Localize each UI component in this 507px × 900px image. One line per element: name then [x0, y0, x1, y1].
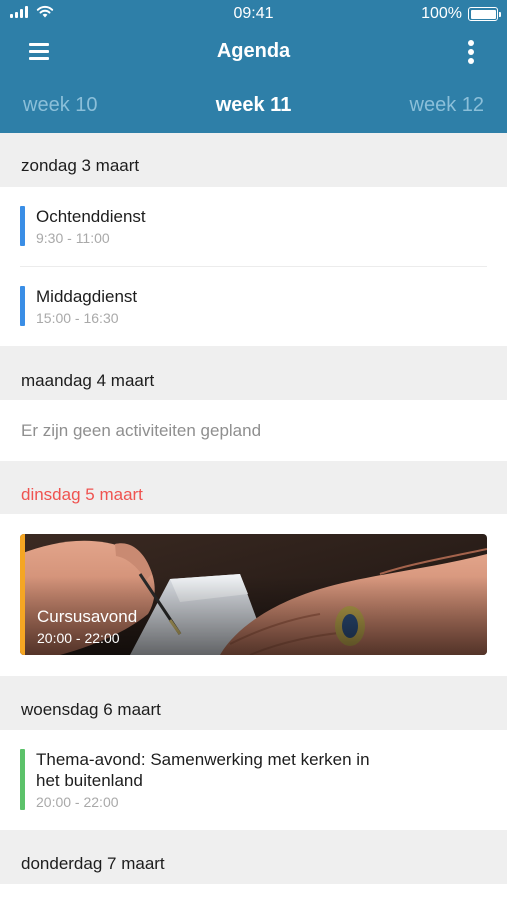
- event-time: 20:00 - 22:00: [37, 630, 120, 646]
- event-time: 20:00 - 22:00: [36, 794, 119, 810]
- hamburger-menu-icon[interactable]: [27, 41, 53, 63]
- tab-previous-week[interactable]: week 10: [23, 94, 98, 117]
- day-header: donderdag 7 maart: [0, 830, 507, 884]
- event-color-bar: [20, 534, 25, 655]
- app-bar: Agenda: [0, 30, 507, 74]
- event-title: Cursusavond: [37, 607, 138, 626]
- day-events: Cursusavond 20:00 - 22:00: [0, 514, 507, 676]
- event-title-line-1: Thema-avond: Samenwerking met kerken in: [36, 750, 370, 769]
- tab-next-week[interactable]: week 12: [410, 94, 485, 117]
- day-header: woensdag 6 maart: [0, 676, 507, 730]
- day-header: zondag 3 maart: [0, 133, 507, 187]
- event-color-bar: [20, 749, 25, 810]
- event-item[interactable]: Middagdienst 15:00 - 16:30: [20, 286, 487, 326]
- event-title-line-2: het buitenland: [36, 771, 143, 790]
- page-title: Agenda: [216, 40, 291, 62]
- event-color-bar: [20, 206, 25, 246]
- status-bar: 09:41 100%: [0, 0, 507, 28]
- event-time: 15:00 - 16:30: [36, 310, 119, 326]
- event-title: Middagdienst: [36, 287, 138, 306]
- battery-status: 100%: [421, 5, 501, 23]
- day-header: maandag 4 maart: [0, 346, 507, 400]
- divider: [20, 266, 487, 267]
- event-item[interactable]: Thema-avond: Samenwerking met kerken in …: [20, 749, 487, 810]
- current-week-label[interactable]: week 11: [216, 94, 292, 116]
- day-events: [0, 884, 507, 900]
- empty-message: Er zijn geen activiteiten gepland: [21, 421, 262, 440]
- day-events: Ochtenddienst 9:30 - 11:00 Middagdienst …: [0, 187, 507, 346]
- day-header-today: dinsdag 5 maart: [0, 461, 507, 514]
- app-header: 09:41 100% Agenda week 10 week 11 week 1…: [0, 0, 507, 133]
- event-color-bar: [20, 286, 25, 326]
- event-title: Ochtenddienst: [36, 207, 146, 226]
- day-events: Thema-avond: Samenwerking met kerken in …: [0, 730, 507, 830]
- week-navigation: week 10 week 11 week 12: [0, 84, 507, 128]
- event-card-with-image[interactable]: Cursusavond 20:00 - 22:00: [20, 534, 487, 655]
- day-events: Er zijn geen activiteiten gepland: [0, 400, 507, 461]
- event-time: 9:30 - 11:00: [36, 230, 110, 246]
- battery-icon: [468, 7, 501, 21]
- battery-percentage: 100%: [421, 5, 462, 22]
- more-options-icon[interactable]: [465, 39, 477, 65]
- event-item[interactable]: Ochtenddienst 9:30 - 11:00: [20, 206, 487, 246]
